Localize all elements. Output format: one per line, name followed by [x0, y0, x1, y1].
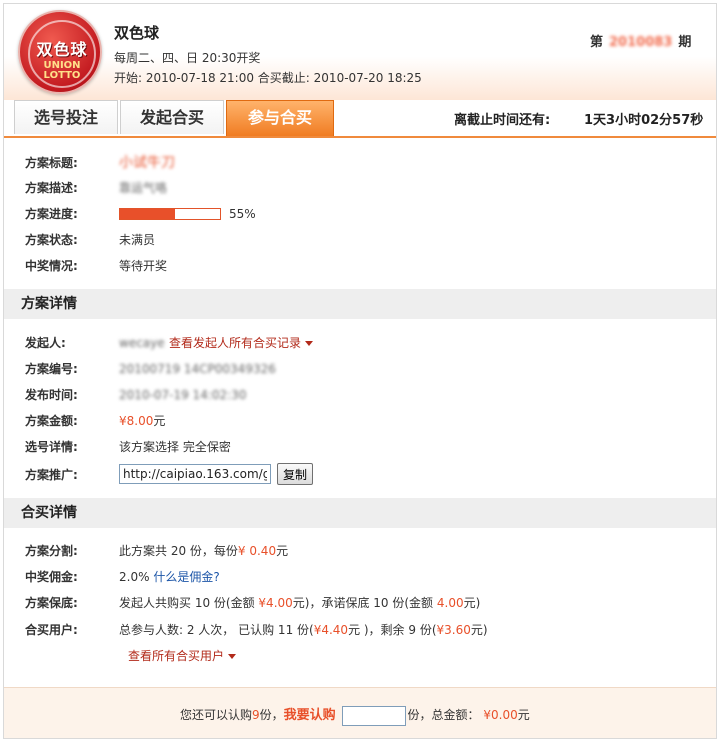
guarantee-amount-1: ¥4.00: [258, 596, 293, 610]
logo-text-cn: 双色球: [36, 40, 88, 59]
split-label: 方案分割:: [25, 544, 78, 558]
details-section-title: 方案详情: [21, 296, 77, 312]
lottery-name: 双色球: [114, 24, 160, 42]
split-text: 此方案共 20 份，每份: [119, 544, 238, 558]
purchase-text-4: 元: [517, 708, 530, 722]
progress-percent: 55%: [229, 207, 256, 221]
commission-label: 中奖佣金:: [25, 570, 78, 584]
users-text-1: 总参与人数: 2 人次， 已认购 11 份(: [119, 623, 314, 637]
progress-bar-fill: [120, 209, 175, 219]
plan-progress-label: 方案进度:: [25, 207, 78, 221]
purchase-bar: 您还可以认购9份，我要认购 份，总金额： ¥0.00元: [4, 687, 716, 738]
share-quantity-input[interactable]: [341, 705, 406, 726]
issue-prefix: 第: [590, 35, 604, 50]
users-amount-1: ¥4.40: [313, 623, 349, 637]
guarantee-amount-2: 4.00: [436, 596, 464, 610]
plan-prize-label: 中奖情况:: [25, 259, 78, 273]
users-text-3: 元): [470, 623, 488, 637]
progress-bar: [119, 208, 221, 220]
tab-start-group-buy[interactable]: 发起合买: [120, 100, 224, 134]
issue-number: 2010083: [609, 35, 673, 50]
initiator-history-link-text: 查看发起人所有合买记录: [169, 336, 302, 350]
users-amount-2: ¥3.60: [436, 623, 471, 637]
users-text-2: 元 )，剩余 9 份(: [348, 623, 437, 637]
commission-help-link[interactable]: 什么是佣金?: [153, 570, 219, 584]
promo-label: 方案推广:: [25, 468, 78, 482]
plan-title-value: 小试牛刀: [119, 155, 175, 171]
group-section-title: 合买详情: [21, 505, 77, 521]
issue-suffix: 期: [678, 35, 692, 50]
copy-button[interactable]: 复制: [277, 463, 313, 485]
split-unit: 元: [276, 544, 289, 558]
guarantee-label: 方案保底:: [25, 596, 78, 610]
logo-text-en-2: LOTTO: [43, 70, 81, 81]
page-frame: 双色球 UNION LOTTO 双色球 每周二、四、日 20:30开奖 开始: …: [3, 3, 717, 739]
guarantee-text-2: 元)，承诺保底 10 份(金额: [292, 596, 434, 610]
initiator-label: 发起人:: [25, 336, 66, 350]
initiator-value: wecaye: [119, 336, 165, 350]
plan-amount-value: ¥8.00: [119, 414, 154, 428]
initiator-history-link[interactable]: 查看发起人所有合买记录: [169, 334, 314, 352]
all-users-link[interactable]: 查看所有合买用户: [128, 647, 237, 665]
purchase-text-2: 份，: [259, 708, 284, 722]
buy-button[interactable]: 我要认购: [284, 708, 336, 723]
plan-prize-value: 等待开奖: [119, 259, 168, 273]
countdown-value: 1天3小时02分57秒: [584, 113, 704, 128]
plan-status-label: 方案状态:: [25, 233, 78, 247]
total-amount: ¥0.00: [483, 708, 518, 722]
selection-label: 选号详情:: [25, 440, 78, 454]
union-lotto-logo: 双色球 UNION LOTTO: [18, 10, 102, 94]
chevron-down-icon: [228, 654, 237, 659]
plan-title-label: 方案标题:: [25, 156, 78, 170]
users-label: 合买用户:: [25, 623, 78, 637]
commission-value: 2.0%: [119, 570, 150, 584]
tab-select-numbers[interactable]: 选号投注: [14, 100, 118, 134]
publish-time-label: 发布时间:: [25, 388, 78, 402]
publish-time-value: 2010-07-19 14:02:30: [119, 388, 247, 402]
selection-value: 该方案选择 完全保密: [119, 440, 231, 454]
issue-indicator: 第 2010083 期: [590, 31, 691, 50]
purchase-text-3: 份，总金额：: [407, 708, 480, 722]
plan-number-label: 方案编号:: [25, 362, 78, 376]
chevron-down-icon: [305, 341, 314, 346]
plan-amount-unit: 元: [153, 414, 166, 428]
countdown-label: 离截止时间还有:: [454, 113, 551, 128]
plan-desc-label: 方案描述:: [25, 181, 78, 195]
plan-amount-label: 方案金额:: [25, 414, 78, 428]
guarantee-text-3: 元): [463, 596, 481, 610]
details-section-header: 方案详情: [4, 289, 716, 319]
plan-desc-value: 靠运气咯: [119, 181, 168, 195]
tab-join-group-buy[interactable]: 参与合买: [226, 100, 334, 136]
plan-status-value: 未满员: [119, 233, 156, 247]
sale-times: 开始: 2010-07-18 21:00 合买截止: 2010-07-20 18…: [114, 71, 422, 85]
plan-number-value: 20100719 14CP00349326: [119, 362, 276, 376]
promo-url-field[interactable]: [119, 464, 271, 484]
guarantee-text-1: 发起人共购买 10 份(金额: [119, 596, 255, 610]
remaining-shares: 9: [252, 708, 260, 722]
split-price: ¥ 0.40: [237, 544, 277, 558]
lottery-header: 双色球 UNION LOTTO 双色球 每周二、四、日 20:30开奖 开始: …: [4, 4, 716, 100]
draw-schedule: 每周二、四、日 20:30开奖: [114, 51, 261, 65]
purchase-text-1: 您还可以认购: [180, 708, 253, 722]
all-users-link-text: 查看所有合买用户: [128, 649, 225, 663]
group-section-header: 合买详情: [4, 498, 716, 528]
